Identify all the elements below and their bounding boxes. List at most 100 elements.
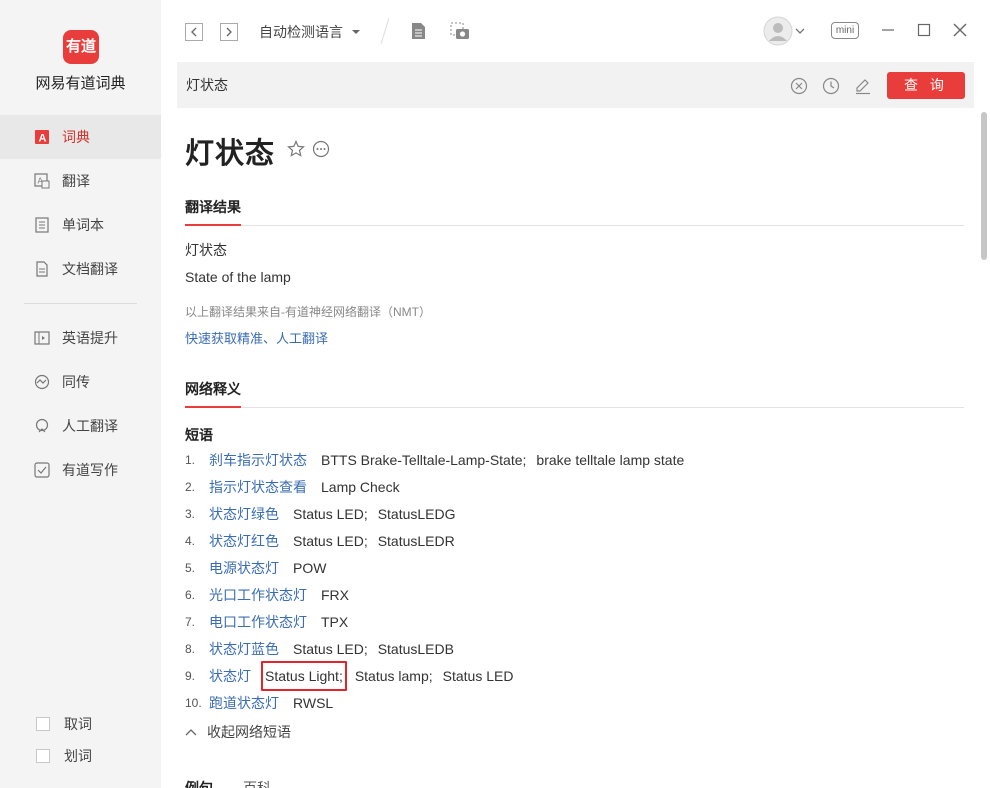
sidebar-item-english-improve[interactable]: 英语提升 [0,316,161,360]
phrase-meaning: POW [293,560,327,576]
phrase-link[interactable]: 电口工作状态灯 [209,612,307,632]
phrase-link[interactable]: 状态灯红色 [209,531,279,551]
collapse-phrases-button[interactable]: 收起网络短语 [185,722,291,742]
sidebar-item-label: 有道写作 [62,462,118,478]
sidebar-item-label: 翻译 [62,173,90,189]
result-panel: 灯状态 翻译结果 灯状态 State of the lamp 以上翻译结果来自-… [177,108,974,788]
sidebar-item-label: 文档翻译 [62,261,118,277]
chevron-right-icon [226,27,232,37]
sidebar-item-translate[interactable]: A 翻译 [0,159,161,203]
clear-search-button[interactable] [789,76,809,96]
wordbook-icon [34,217,50,233]
section-divider [185,225,964,226]
sidebar-item-label: 词典 [62,129,90,145]
query-button[interactable]: 查 询 [887,72,965,99]
nmt-note: 以上翻译结果来自-有道神经网络翻译（NMT） [185,305,431,319]
camera-icon [450,22,469,39]
word-pick-toggle[interactable]: 取词 [36,714,92,734]
more-button[interactable] [312,140,330,158]
scrollbar-thumb[interactable] [981,112,987,260]
sidebar-item-wordbook[interactable]: 单词本 [0,203,161,247]
phrase-row: 8. 状态灯蓝色 Status LED; StatusLEDB [185,639,454,659]
english-improve-icon [34,330,50,346]
human-translation-icon [34,418,50,434]
document-button[interactable] [409,21,427,41]
phrase-meaning: StatusLEDR [377,533,455,549]
translation-en: State of the lamp [185,269,291,285]
phrase-link[interactable]: 跑道状态灯 [209,693,279,713]
phrase-link[interactable]: 指示灯状态查看 [209,477,307,497]
sidebar-item-label: 同传 [62,374,90,390]
sidebar-item-label: 人工翻译 [62,418,118,434]
dictionary-icon: A [34,129,50,145]
language-select[interactable]: 自动检测语言 [259,22,361,42]
phrase-row: 3. 状态灯绿色 Status LED; StatusLEDG [185,504,456,524]
translation-cn: 灯状态 [185,242,227,258]
phrase-row: 1. 刹车指示灯状态 BTTS Brake-Telltale-Lamp-Stat… [185,450,684,470]
word-select-checkbox[interactable] [36,749,50,763]
back-button[interactable] [185,23,203,41]
phrase-meaning: Status LED; [293,506,368,522]
phrase-number: 5. [185,561,196,575]
word-pick-checkbox[interactable] [36,717,50,731]
maximize-button[interactable] [916,22,932,38]
favorite-button[interactable] [287,140,305,158]
user-account-button[interactable] [762,15,806,47]
svg-text:A: A [39,133,47,145]
search-input[interactable] [186,75,746,95]
search-bar: 查 询 [177,62,974,108]
phrase-number: 1. [185,453,196,467]
phrase-number: 9. [185,669,196,683]
phrase-number: 7. [185,615,196,629]
simultaneous-interpretation-icon [34,374,50,390]
highlighted-phrase-meaning: Status Light; [261,661,347,691]
history-button[interactable] [821,76,841,96]
phrase-meaning: FRX [321,587,349,603]
headword: 灯状态 [185,138,276,170]
mini-mode-button[interactable]: mini [831,22,859,39]
phrase-link[interactable]: 状态灯 [209,666,251,686]
phrase-meaning: Status LED; [293,641,368,657]
phrase-meaning: Status LED; [293,533,368,549]
phrase-row: 5. 电源状态灯 POW [185,558,326,578]
phrase-link[interactable]: 光口工作状态灯 [209,585,307,605]
sidebar-item-dictionary[interactable]: A 词典 [0,115,161,159]
phrase-link[interactable]: 电源状态灯 [209,558,279,578]
minimize-icon [882,29,894,31]
app-name: 网易有道词典 [35,75,126,92]
sidebar-item-simultaneous[interactable]: 同传 [0,360,161,404]
phrase-meaning: Status lamp; [354,668,433,684]
minimize-button[interactable] [880,22,896,38]
close-window-button[interactable] [952,22,968,38]
tab-encyclopedia[interactable]: 百科 [243,778,271,788]
quick-human-translate-link[interactable]: 快速获取精准、人工翻译 [185,328,328,347]
sidebar-item-human-translation[interactable]: 人工翻译 [0,404,161,448]
handwriting-button[interactable] [853,76,873,96]
sidebar-item-writing[interactable]: 有道写作 [0,448,161,492]
phrase-row: 10. 跑道状态灯 RWSL [185,693,333,713]
phrase-meaning: Lamp Check [321,479,400,495]
star-icon [287,140,305,157]
phrase-row: 4. 状态灯红色 Status LED; StatusLEDR [185,531,455,551]
tab-examples[interactable]: 例句 [185,778,213,788]
close-icon [953,23,967,37]
chevron-up-icon [185,729,197,736]
avatar-icon [763,16,793,46]
phrase-link[interactable]: 刹车指示灯状态 [209,450,307,470]
document-icon [411,23,425,39]
phrase-row: 6. 光口工作状态灯 FRX [185,585,349,605]
document-translate-icon [34,261,50,277]
sidebar-item-document-translate[interactable]: 文档翻译 [0,247,161,291]
phrase-link[interactable]: 状态灯绿色 [209,504,279,524]
collapse-phrases-label: 收起网络短语 [207,724,291,740]
maximize-icon [917,23,931,37]
forward-button[interactable] [220,23,238,41]
chevron-down-icon [795,28,805,34]
more-dots-icon [312,140,330,158]
screenshot-translate-button[interactable] [449,21,471,41]
word-select-toggle[interactable]: 划词 [36,746,92,766]
phrase-link[interactable]: 状态灯蓝色 [209,639,279,659]
translation-result-title: 翻译结果 [185,199,241,215]
phrase-number: 10. [185,696,202,710]
sidebar-divider [24,303,137,304]
